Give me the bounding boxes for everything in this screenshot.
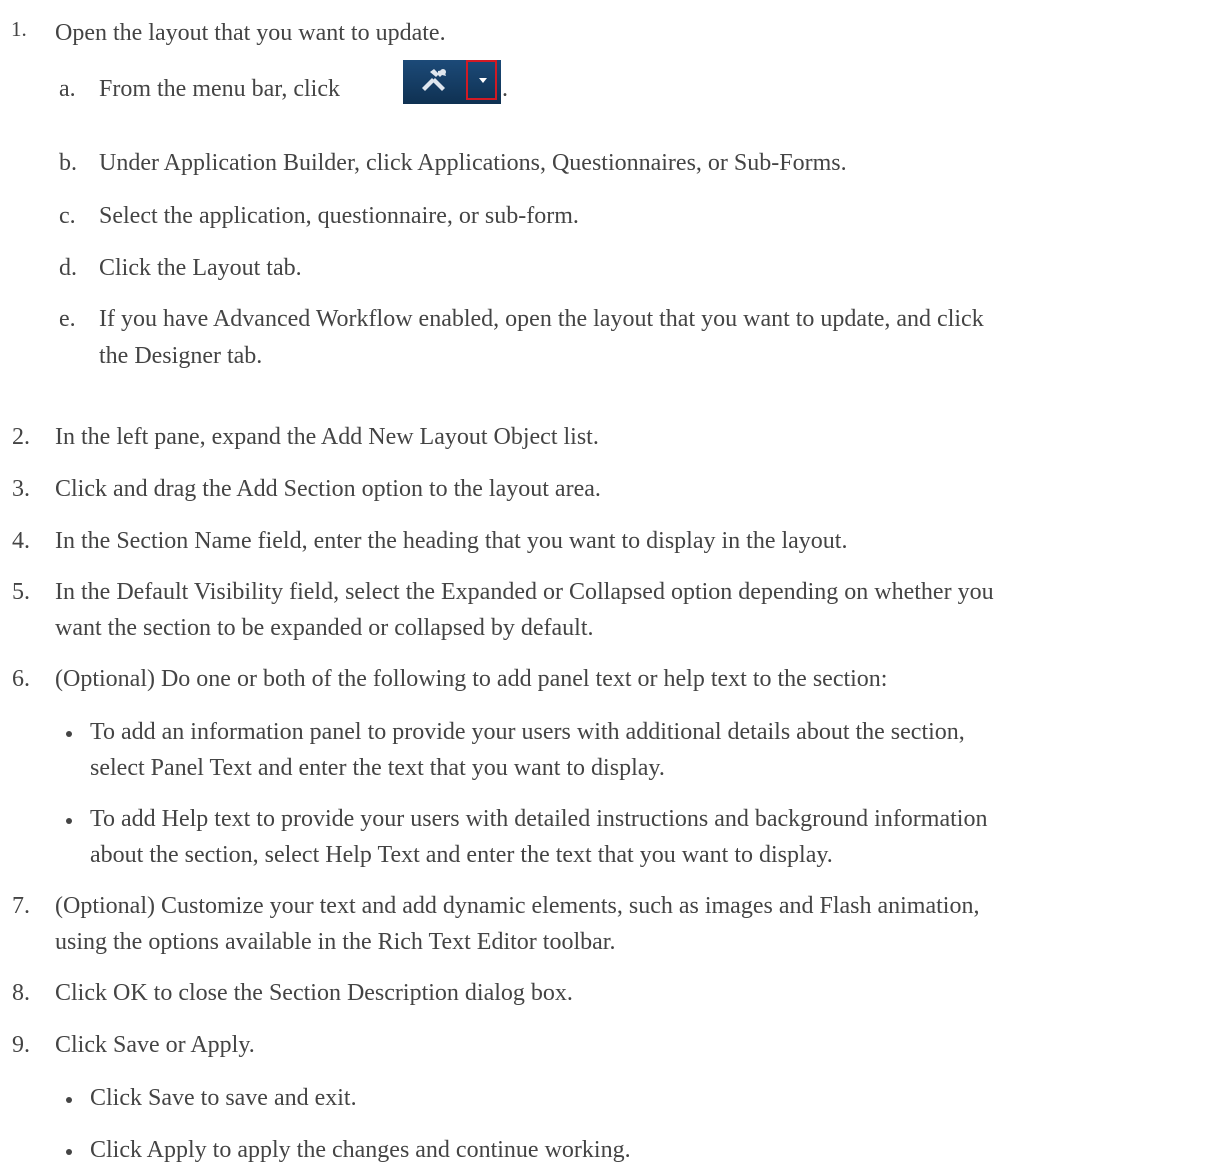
bullet-text: select Panel Text and enter the text tha… bbox=[90, 755, 665, 781]
step-number: 1. bbox=[11, 17, 27, 41]
step-number: 3. bbox=[12, 476, 30, 502]
bullet-icon bbox=[66, 1097, 72, 1103]
step-text: using the options available in the Rich … bbox=[55, 929, 616, 955]
step-text: In the left pane, expand the Add New Lay… bbox=[55, 424, 599, 450]
step-text: want the section to be expanded or colla… bbox=[55, 615, 594, 641]
step-number: 4. bbox=[12, 528, 30, 554]
substep-letter: e. bbox=[59, 306, 76, 332]
substep-text: If you have Advanced Workflow enabled, o… bbox=[99, 306, 984, 332]
substep-letter: c. bbox=[59, 203, 76, 229]
substep-letter: d. bbox=[59, 255, 77, 281]
step-text: Click OK to close the Section Descriptio… bbox=[55, 980, 573, 1006]
menu-bar-tools-button[interactable] bbox=[403, 60, 501, 104]
step-text: Click and drag the Add Section option to… bbox=[55, 476, 601, 502]
bullet-text: Click Save to save and exit. bbox=[90, 1085, 357, 1111]
substep-text: Select the application, questionnaire, o… bbox=[99, 203, 579, 229]
substep-text: From the menu bar, click bbox=[99, 76, 340, 102]
substep-period: . bbox=[502, 76, 508, 102]
step-number: 5. bbox=[12, 579, 30, 605]
bullet-icon bbox=[66, 1149, 72, 1155]
step-text: Click Save or Apply. bbox=[55, 1032, 255, 1058]
bullet-text: Click Apply to apply the changes and con… bbox=[90, 1137, 631, 1163]
substep-letter: a. bbox=[59, 76, 76, 102]
step-text: In the Default Visibility field, select … bbox=[55, 579, 994, 605]
bullet-text: about the section, select Help Text and … bbox=[90, 842, 833, 868]
substep-text: Click the Layout tab. bbox=[99, 255, 302, 281]
step-number: 7. bbox=[12, 893, 30, 919]
step-number: 9. bbox=[12, 1032, 30, 1058]
bullet-icon bbox=[66, 818, 72, 824]
step-text: (Optional) Customize your text and add d… bbox=[55, 893, 980, 919]
step-text: In the Section Name field, enter the hea… bbox=[55, 528, 848, 554]
bullet-text: To add Help text to provide your users w… bbox=[90, 806, 988, 832]
bullet-icon bbox=[66, 731, 72, 737]
step-text: Open the layout that you want to update. bbox=[55, 20, 446, 46]
substep-text: Under Application Builder, click Applica… bbox=[99, 150, 847, 176]
step-number: 8. bbox=[12, 980, 30, 1006]
substep-text: the Designer tab. bbox=[99, 343, 263, 369]
dropdown-toggle[interactable] bbox=[466, 60, 497, 100]
substep-letter: b. bbox=[59, 150, 77, 176]
step-number: 2. bbox=[12, 424, 30, 450]
tools-icon bbox=[422, 69, 446, 91]
chevron-down-icon bbox=[479, 78, 487, 83]
step-text: (Optional) Do one or both of the followi… bbox=[55, 666, 888, 692]
bullet-text: To add an information panel to provide y… bbox=[90, 719, 965, 745]
step-number: 6. bbox=[12, 666, 30, 692]
